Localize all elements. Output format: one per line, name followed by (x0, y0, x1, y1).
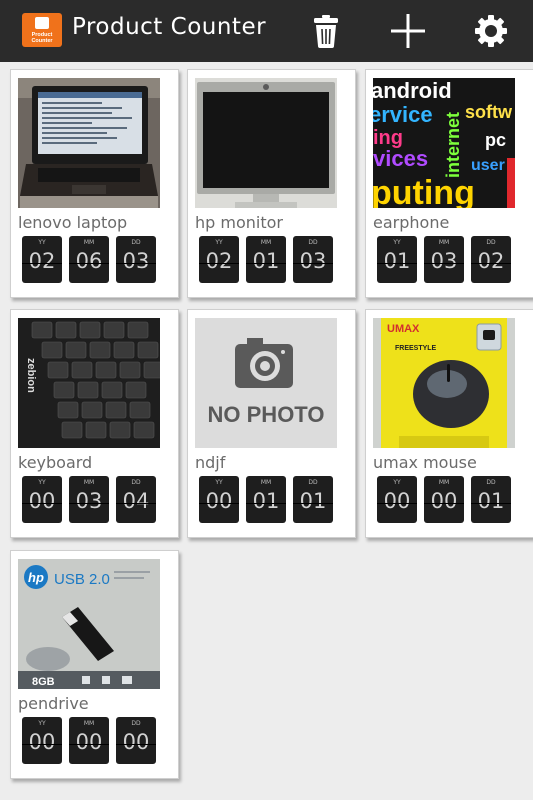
settings-button[interactable] (471, 11, 511, 51)
svg-text:hp: hp (28, 570, 44, 585)
svg-text:UMAX: UMAX (387, 323, 420, 335)
years-counter: YY 00 (22, 717, 62, 764)
years-counter: YY 01 (377, 236, 417, 283)
days-counter: DD 03 (116, 236, 156, 283)
months-counter: MM 00 (424, 476, 464, 523)
months-counter: MM 01 (246, 476, 286, 523)
product-name: hp monitor (195, 213, 283, 232)
svg-text:ervice: ervice (373, 102, 433, 127)
svg-text:zebion: zebion (25, 358, 37, 393)
svg-text:8GB: 8GB (32, 676, 55, 688)
product-card[interactable]: zebion keyboard YY 00 MM 03 DD 04 (10, 309, 179, 538)
no-photo-placeholder: NO PHOTO (195, 318, 337, 448)
product-card[interactable]: hp USB 2.0 8GB pendrive YY 00 MM 00 DD 00 (10, 550, 179, 779)
days-counter: DD 02 (471, 236, 511, 283)
product-name: keyboard (18, 453, 93, 472)
svg-text:softw: softw (465, 102, 513, 122)
product-name: earphone (373, 213, 450, 232)
product-card[interactable]: lenovo laptop YY 02 MM 06 DD 03 (10, 69, 179, 298)
app-bar: Product Counter Product Counter (0, 0, 533, 62)
days-counter: DD 01 (293, 476, 333, 523)
months-counter: MM 06 (69, 236, 109, 283)
svg-text:FREESTYLE: FREESTYLE (395, 345, 437, 352)
product-card[interactable]: hp monitor YY 02 MM 01 DD 03 (187, 69, 356, 298)
svg-text:NO PHOTO: NO PHOTO (208, 402, 325, 427)
svg-text:USB 2.0: USB 2.0 (54, 571, 110, 588)
product-name: lenovo laptop (18, 213, 128, 232)
delete-button[interactable] (306, 11, 346, 51)
days-counter: DD 00 (116, 717, 156, 764)
product-photo: android ervice softw ing pc vices user p… (373, 78, 515, 208)
app-title: Product Counter (72, 14, 267, 40)
product-name: pendrive (18, 694, 89, 713)
product-photo (18, 78, 160, 208)
months-counter: MM 03 (424, 236, 464, 283)
years-counter: YY 02 (199, 236, 239, 283)
svg-text:vices: vices (373, 146, 428, 171)
svg-text:user: user (471, 157, 505, 174)
product-photo: hp USB 2.0 8GB (18, 559, 160, 689)
svg-text:android: android (373, 78, 452, 103)
product-name: ndjf (195, 453, 226, 472)
product-card[interactable]: android ervice softw ing pc vices user p… (365, 69, 533, 298)
product-photo: zebion (18, 318, 160, 448)
months-counter: MM 00 (69, 717, 109, 764)
product-photo (195, 78, 337, 208)
app-logo: Product Counter (22, 13, 62, 47)
product-photo: UMAX FREESTYLE (373, 318, 515, 448)
days-counter: DD 03 (293, 236, 333, 283)
months-counter: MM 03 (69, 476, 109, 523)
add-product-button[interactable] (388, 11, 428, 51)
svg-text:internet: internet (443, 112, 463, 178)
years-counter: YY 00 (377, 476, 417, 523)
plus-icon (391, 14, 425, 48)
days-counter: DD 01 (471, 476, 511, 523)
months-counter: MM 01 (246, 236, 286, 283)
camera-icon (235, 338, 293, 388)
svg-text:pc: pc (485, 130, 506, 150)
years-counter: YY 02 (22, 236, 62, 283)
svg-text:puting: puting (373, 174, 475, 208)
years-counter: YY 00 (199, 476, 239, 523)
product-card[interactable]: NO PHOTO ndjf YY 00 MM 01 DD 01 (187, 309, 356, 538)
trash-icon (314, 15, 338, 48)
years-counter: YY 00 (22, 476, 62, 523)
product-card[interactable]: UMAX FREESTYLE umax mouse YY 00 MM 00 DD 01 (365, 309, 533, 538)
product-name: umax mouse (373, 453, 477, 472)
gear-icon (475, 15, 507, 47)
days-counter: DD 04 (116, 476, 156, 523)
